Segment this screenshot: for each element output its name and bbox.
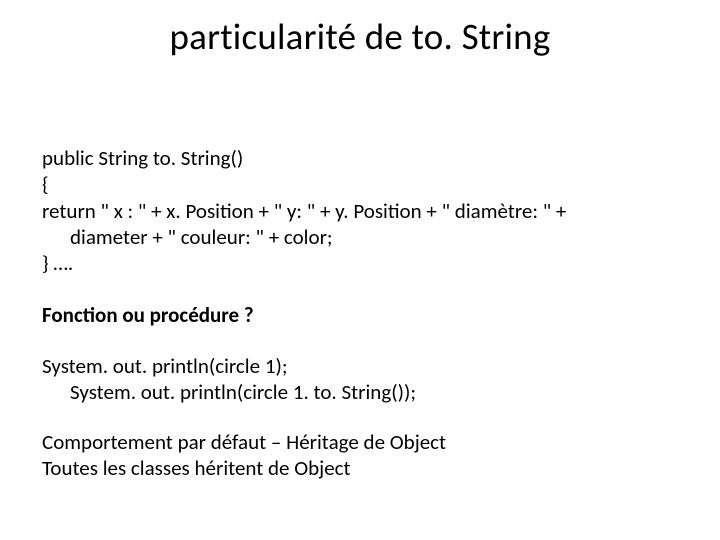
slide-body: public String to. String() { return " x … [42,145,690,482]
code-line-1: public String to. String() [42,145,690,171]
spacer [42,276,690,302]
slide-title: particularité de to. String [0,0,720,59]
spacer [42,405,690,429]
code-line-4: } …. [42,250,690,276]
slide: particularité de to. String public Strin… [0,0,720,540]
question-line: Fonction ou procédure ? [42,302,690,328]
code-line-3a: return " x : " + x. Position + " y: " + … [42,198,690,224]
spacer [42,329,690,353]
example-line-1: System. out. println(circle 1); [42,353,690,379]
question-text: Fonction ou procédure ? [42,302,254,328]
code-line-3b-text: diameter + " couleur: " + color; [42,224,690,250]
example-line-2: System. out. println(circle 1. to. Strin… [42,379,690,405]
footer-line-1: Comportement par défaut – Héritage de Ob… [42,429,690,455]
footer-line-2: Toutes les classes héritent de Object [42,455,690,481]
example-line-2-text: System. out. println(circle 1. to. Strin… [42,379,690,405]
code-line-3b: diameter + " couleur: " + color; [42,224,690,250]
code-line-2: { [42,171,690,197]
